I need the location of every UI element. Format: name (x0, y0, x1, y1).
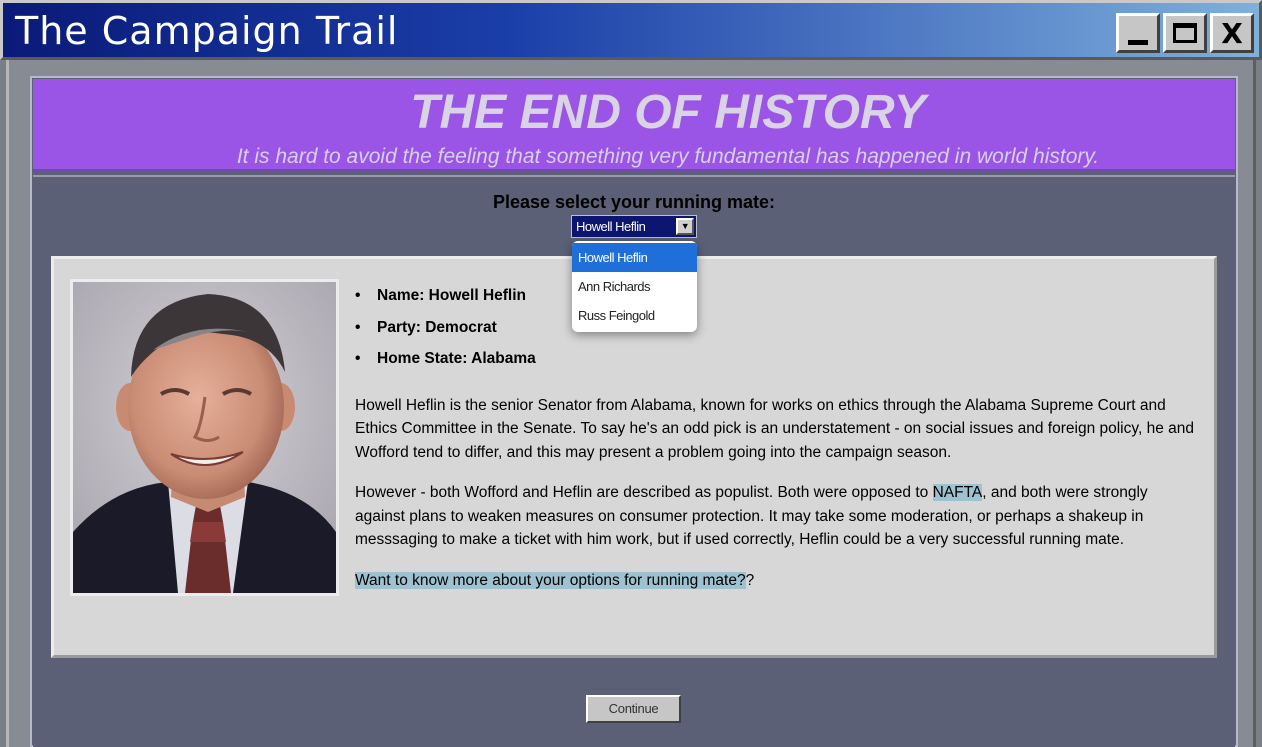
more-info-link[interactable]: Want to know more about your options for… (355, 571, 746, 589)
running-mate-select[interactable]: Howell Heflin ▼ (571, 215, 697, 238)
candidate-home-state: Home State: Alabama (355, 346, 1200, 378)
more-info-suffix: ? (745, 571, 755, 589)
page-title: THE END OF HISTORY (410, 86, 926, 139)
running-mate-dropdown: Howell Heflin Ann Richards Russ Feingold (572, 241, 697, 332)
more-info-line: Want to know more about your options for… (355, 569, 1200, 593)
dropdown-option-russ-feingold[interactable]: Russ Feingold (572, 301, 697, 330)
candidate-name: Name: Howell Heflin (355, 283, 1200, 315)
running-mate-selected-value: Howell Heflin (576, 219, 646, 234)
candidate-facts: Name: Howell Heflin Party: Democrat Home… (355, 283, 1200, 378)
page-subtitle: It is hard to avoid the feeling that som… (236, 145, 1100, 168)
maximize-button[interactable] (1163, 13, 1207, 53)
description-2-text-a: However - both Wofford and Heflin are de… (355, 484, 933, 501)
candidate-photo (70, 279, 339, 596)
dropdown-option-ann-richards[interactable]: Ann Richards (572, 272, 697, 301)
running-mate-prompt: Please select your running mate: (492, 192, 776, 212)
maximize-icon (1173, 23, 1197, 43)
title-bar[interactable]: The Campaign Trail X (0, 0, 1262, 60)
dropdown-option-howell-heflin[interactable]: Howell Heflin (572, 243, 697, 272)
candidate-party: Party: Democrat (355, 315, 1200, 347)
window-title: The Campaign Trail (15, 9, 399, 53)
page-header: THE END OF HISTORY It is hard to avoid t… (33, 79, 1235, 172)
nafta-link[interactable]: NAFTA (932, 484, 983, 501)
close-button[interactable]: X (1210, 13, 1254, 53)
close-icon: X (1221, 16, 1243, 50)
candidate-info: Name: Howell Heflin Party: Democrat Home… (355, 283, 1200, 592)
candidate-description-1: Howell Heflin is the senior Senator from… (355, 396, 1194, 461)
candidate-description-2: However - both Wofford and Heflin are de… (355, 481, 1200, 552)
minimize-icon (1128, 39, 1148, 45)
chevron-down-icon[interactable]: ▼ (676, 218, 694, 235)
minimize-button[interactable] (1116, 13, 1160, 53)
continue-button[interactable]: Continue (586, 695, 681, 723)
